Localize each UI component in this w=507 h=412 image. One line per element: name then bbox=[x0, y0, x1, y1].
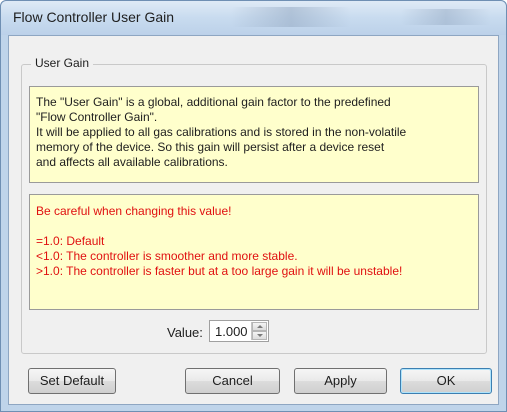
warning-spacer bbox=[36, 219, 472, 234]
value-spinner bbox=[251, 322, 267, 340]
warning-line: <1.0: The controller is smoother and mor… bbox=[36, 249, 298, 263]
value-field-text[interactable]: 1.000 bbox=[215, 324, 248, 339]
ok-button[interactable]: OK bbox=[400, 368, 492, 394]
window-title: Flow Controller User Gain bbox=[13, 9, 175, 25]
blurred-title-area bbox=[231, 7, 351, 27]
set-default-button[interactable]: Set Default bbox=[28, 368, 116, 394]
dialog-client-area: User Gain The "User Gain" is a global, a… bbox=[8, 35, 499, 405]
info-line: and affects all available calibrations. bbox=[36, 155, 228, 169]
title-bar[interactable]: Flow Controller User Gain bbox=[1, 1, 506, 35]
info-line: memory of the device. So this gain will … bbox=[36, 140, 385, 154]
warning-line: =1.0: Default bbox=[36, 234, 105, 248]
info-line: The "User Gain" is a global, additional … bbox=[36, 95, 391, 109]
cancel-button[interactable]: Cancel bbox=[185, 368, 280, 394]
apply-button[interactable]: Apply bbox=[294, 368, 387, 394]
blurred-title-area-right bbox=[401, 9, 491, 25]
info-line: "Flow Controller Gain". bbox=[36, 110, 158, 124]
value-label: Value: bbox=[167, 325, 203, 340]
warning-note-box: Be careful when changing this value! =1.… bbox=[29, 194, 479, 310]
groupbox-label: User Gain bbox=[31, 56, 94, 70]
dialog-window: Flow Controller User Gain User Gain The … bbox=[0, 0, 507, 412]
value-numeric-input[interactable]: 1.000 bbox=[209, 320, 269, 342]
warning-line: >1.0: The controller is faster but at a … bbox=[36, 264, 403, 278]
info-line: It will be applied to all gas calibratio… bbox=[36, 125, 407, 139]
spin-up-icon[interactable] bbox=[252, 322, 267, 331]
value-row: Value: 1.000 bbox=[9, 320, 500, 344]
spin-down-icon[interactable] bbox=[252, 331, 267, 340]
info-note-box: The "User Gain" is a global, additional … bbox=[29, 86, 479, 183]
warning-heading: Be careful when changing this value! bbox=[36, 204, 232, 218]
